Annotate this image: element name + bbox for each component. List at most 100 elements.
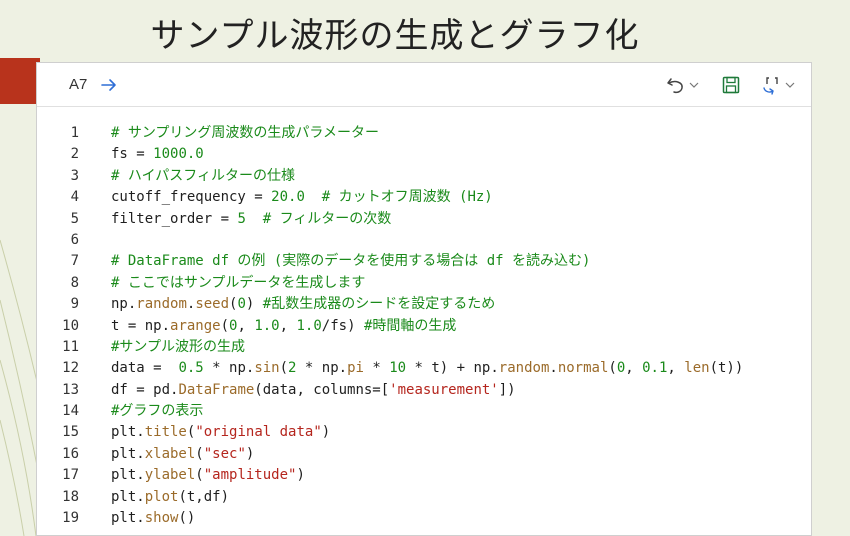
code-token: title — [144, 424, 187, 441]
code-token: * np. — [296, 360, 348, 377]
line-number: 7 — [70, 253, 79, 270]
cell-reference[interactable]: A7 — [69, 76, 87, 93]
code-token: ) — [296, 467, 305, 484]
code-token: random — [136, 296, 187, 313]
code-token: ]) — [498, 381, 516, 398]
save-icon[interactable] — [721, 75, 741, 95]
line-source: plt.xlabel("sec") — [111, 444, 254, 465]
code-token: #時間軸の生成 — [363, 317, 457, 334]
code-token: sin — [254, 360, 280, 377]
code-token: * np. — [203, 360, 255, 377]
code-token: , — [667, 360, 685, 377]
code-line[interactable]: 9 np.random.seed(0) #乱数生成器のシードを設定するため — [37, 294, 811, 315]
slide-title: サンプル波形の生成とグラフ化 — [150, 16, 640, 56]
code-line[interactable]: 6 — [37, 230, 811, 251]
line-source: plt.plot(t,df) — [111, 487, 229, 508]
code-token: 0 — [237, 296, 246, 313]
line-source: #グラフの表示 — [111, 401, 203, 422]
line-number: 8 — [70, 274, 79, 291]
code-line[interactable]: 19 plt.show() — [37, 508, 811, 529]
chevron-down-icon[interactable] — [785, 75, 795, 95]
code-line[interactable]: 8 # ここではサンプルデータを生成します — [37, 273, 811, 294]
arrow-right-icon[interactable] — [99, 75, 119, 95]
code-token: 10 — [389, 360, 407, 377]
line-source: # ここではサンプルデータを生成します — [111, 273, 365, 294]
code-line[interactable]: 10 t = np.arange(0, 1.0, 1.0/fs) #時間軸の生成 — [37, 316, 811, 337]
code-line[interactable]: 18 plt.plot(t,df) — [37, 487, 811, 508]
line-source: fs = 1000.0 — [111, 144, 204, 165]
code-line[interactable]: 17 plt.ylabel("amplitude") — [37, 465, 811, 486]
code-token: pi — [347, 360, 364, 377]
code-token: ylabel — [144, 467, 196, 484]
chevron-down-icon[interactable] — [689, 75, 699, 95]
line-number: 3 — [70, 167, 79, 184]
code-token: # フィルターの次数 — [245, 210, 392, 227]
code-token: plt. — [111, 488, 145, 505]
undo-icon[interactable] — [665, 75, 687, 95]
code-line[interactable]: 5 filter_order = 5 # フィルターの次数 — [37, 209, 811, 230]
code-token: ) — [245, 445, 255, 462]
code-token: 0.1 — [642, 360, 668, 377]
code-token: data = — [111, 360, 179, 377]
code-token: , — [237, 317, 255, 334]
code-token: (data, columns=[ — [254, 381, 390, 398]
line-number: 16 — [62, 445, 79, 462]
line-number: 4 — [70, 189, 79, 206]
code-token: normal — [557, 360, 609, 377]
code-token: arange — [170, 317, 221, 334]
code-token: * — [363, 360, 390, 377]
code-token: np. — [111, 296, 137, 313]
code-token: ) — [321, 424, 331, 441]
line-source: plt.ylabel("amplitude") — [111, 465, 305, 486]
code-token: seed — [195, 296, 230, 313]
code-token: plt. — [111, 467, 145, 484]
code-token: plt. — [111, 445, 145, 462]
code-editor[interactable]: 1 # サンプリング周波数の生成パラメーター 2 fs = 1000.0 3 # ハイパス… — [37, 123, 811, 529]
code-line[interactable]: 7 # DataFrame df の例 (実際のデータを使用する場合は df を読… — [37, 251, 811, 272]
code-token: # カットオフ周波数 (Hz) — [304, 189, 493, 206]
code-line[interactable]: 3 # ハイパスフィルターの仕様 — [37, 166, 811, 187]
code-line[interactable]: 2 fs = 1000.0 — [37, 144, 811, 165]
line-source: np.random.seed(0) #乱数生成器のシードを設定するため — [111, 294, 495, 315]
code-line[interactable]: 15 plt.title("original data") — [37, 422, 811, 443]
code-token: plt. — [111, 424, 145, 441]
code-token: #乱数生成器のシードを設定するため — [262, 296, 496, 313]
cell-toolbar: A7 — [37, 63, 811, 107]
code-token: . — [549, 360, 558, 377]
code-token: 1000.0 — [153, 146, 204, 163]
code-token: (t)) — [709, 360, 744, 377]
line-number: 17 — [62, 467, 79, 484]
line-number: 19 — [62, 510, 79, 527]
code-token: 0.5 — [178, 360, 204, 377]
code-token: 1.0 — [296, 317, 322, 334]
code-token: #グラフの表示 — [111, 403, 204, 420]
code-token: # DataFrame df の例 (実際のデータを使用する場合は df を読み… — [111, 253, 591, 270]
code-line[interactable]: 12 data = 0.5 * np.sin(2 * np.pi * 10 * t… — [37, 358, 811, 379]
line-source: # DataFrame df の例 (実際のデータを使用する場合は df を読み… — [111, 251, 590, 272]
code-line[interactable]: 13 df = pd.DataFrame(data, columns=['meas… — [37, 380, 811, 401]
code-token: ( — [195, 445, 204, 462]
line-number: 9 — [70, 296, 79, 313]
code-token: xlabel — [144, 445, 196, 462]
code-token: plot — [144, 488, 179, 505]
format-brackets-icon[interactable] — [761, 75, 783, 95]
code-token: show — [144, 510, 179, 527]
code-token: df = pd. — [111, 381, 179, 398]
line-source: df = pd.DataFrame(data, columns=['measur… — [111, 380, 516, 401]
line-number: 2 — [70, 146, 79, 163]
code-line[interactable]: 14 #グラフの表示 — [37, 401, 811, 422]
line-number: 11 — [62, 338, 79, 355]
code-token: , — [279, 317, 297, 334]
code-token: DataFrame — [178, 381, 255, 398]
code-token: * t) + np. — [406, 360, 499, 377]
code-line[interactable]: 4 cutoff_frequency = 20.0 # カットオフ周波数 (Hz) — [37, 187, 811, 208]
line-source: # ハイパスフィルターの仕様 — [111, 166, 295, 187]
code-token: 5 — [237, 210, 246, 227]
code-line[interactable]: 16 plt.xlabel("sec") — [37, 444, 811, 465]
code-token: #サンプル波形の生成 — [111, 338, 246, 355]
code-token: /fs) — [321, 317, 364, 334]
code-line[interactable]: 11 #サンプル波形の生成 — [37, 337, 811, 358]
line-number: 15 — [62, 424, 79, 441]
code-cell[interactable]: A7 1 # サンプリング周波数の生成パラメーター 2 fs = 1000.0 3 # ハ… — [36, 62, 812, 536]
code-line[interactable]: 1 # サンプリング周波数の生成パラメーター — [37, 123, 811, 144]
